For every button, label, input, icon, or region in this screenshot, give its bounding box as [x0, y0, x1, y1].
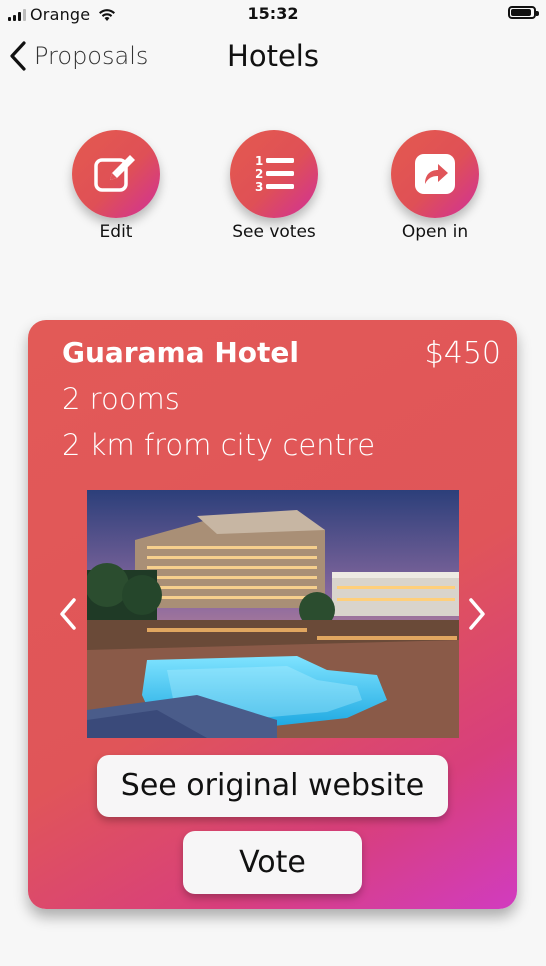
vote-button[interactable]: Vote: [183, 831, 362, 894]
hotel-photo: [87, 490, 459, 738]
numbered-list-icon: 1 2 3: [255, 154, 294, 194]
next-photo-button[interactable]: [467, 596, 487, 636]
svg-text:2: 2: [255, 167, 263, 181]
chevron-right-icon: [469, 598, 485, 630]
hotel-rooms: 2 rooms: [62, 382, 180, 416]
hotel-photo-illustration: [87, 490, 459, 738]
hotel-proposal-card: Guarama Hotel $450 2 rooms 2 km from cit…: [28, 320, 517, 909]
battery-level: [511, 9, 531, 16]
chevron-left-icon: [60, 598, 76, 630]
open-in-button-circle: [391, 130, 479, 218]
edit-button-label: Edit: [99, 222, 133, 242]
edit-icon: [94, 155, 135, 192]
see-original-website-button[interactable]: See original website: [97, 755, 448, 817]
see-votes-button-label: See votes: [232, 222, 316, 242]
navigation-bar: Proposals Hotels: [0, 36, 546, 80]
share-icon: [415, 154, 455, 194]
battery-icon: [508, 6, 539, 19]
open-in-button[interactable]: Open in: [365, 130, 505, 242]
svg-text:1: 1: [255, 154, 263, 168]
edit-button[interactable]: Edit: [46, 130, 186, 242]
previous-photo-button[interactable]: [58, 596, 78, 636]
see-votes-button-circle: 1 2 3: [230, 130, 318, 218]
open-in-button-label: Open in: [401, 222, 469, 242]
action-bar: Edit 1 2 3 See votes Open in: [0, 130, 546, 250]
page-title: Hotels: [227, 39, 319, 73]
svg-text:3: 3: [255, 180, 263, 194]
edit-button-circle: [72, 130, 160, 218]
hotel-price: $450: [424, 336, 501, 371]
status-time: 15:32: [247, 4, 299, 23]
status-bar: Orange 15:32: [0, 0, 546, 28]
hotel-distance: 2 km from city centre: [62, 428, 376, 462]
see-votes-button[interactable]: 1 2 3 See votes: [204, 130, 344, 242]
hotel-name: Guarama Hotel: [62, 336, 299, 369]
